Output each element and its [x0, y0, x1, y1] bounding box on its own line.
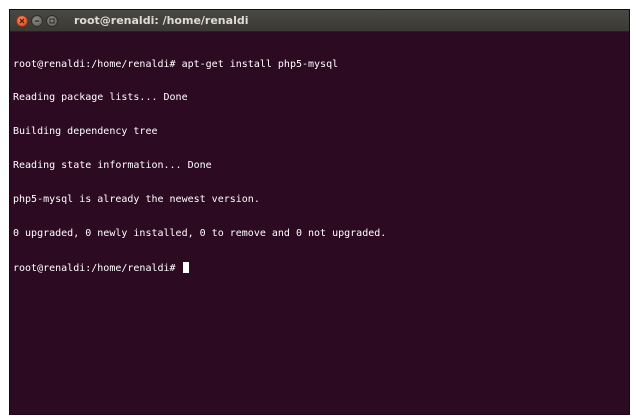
maximize-icon	[49, 18, 55, 23]
minimize-icon	[35, 19, 39, 22]
terminal-line: Building dependency tree	[13, 126, 158, 138]
terminal-line: Reading state information... Done	[13, 160, 212, 172]
window-controls	[16, 14, 58, 27]
terminal-line: 0 upgraded, 0 newly installed, 0 to remo…	[13, 228, 387, 240]
text-cursor	[182, 261, 189, 273]
terminal-prompt: root@renaldi:/home/renaldi#	[13, 262, 182, 274]
maximize-button[interactable]	[46, 14, 58, 27]
minimize-button[interactable]	[31, 14, 43, 27]
terminal-line: root@renaldi:/home/renaldi# apt-get inst…	[13, 58, 339, 70]
terminal-line: Reading package lists... Done	[13, 92, 188, 104]
title-bar[interactable]: root@renaldi: /home/renaldi	[10, 10, 629, 32]
close-button[interactable]	[16, 14, 28, 27]
window-title: root@renaldi: /home/renaldi	[74, 14, 249, 27]
terminal-prompt-line[interactable]: root@renaldi:/home/renaldi#	[13, 261, 626, 274]
terminal-window: root@renaldi: /home/renaldi root@renaldi…	[9, 9, 630, 415]
terminal-output[interactable]: root@renaldi:/home/renaldi# apt-get inst…	[13, 36, 626, 411]
terminal-line: php5-mysql is already the newest version…	[13, 194, 260, 206]
close-icon	[19, 18, 25, 23]
